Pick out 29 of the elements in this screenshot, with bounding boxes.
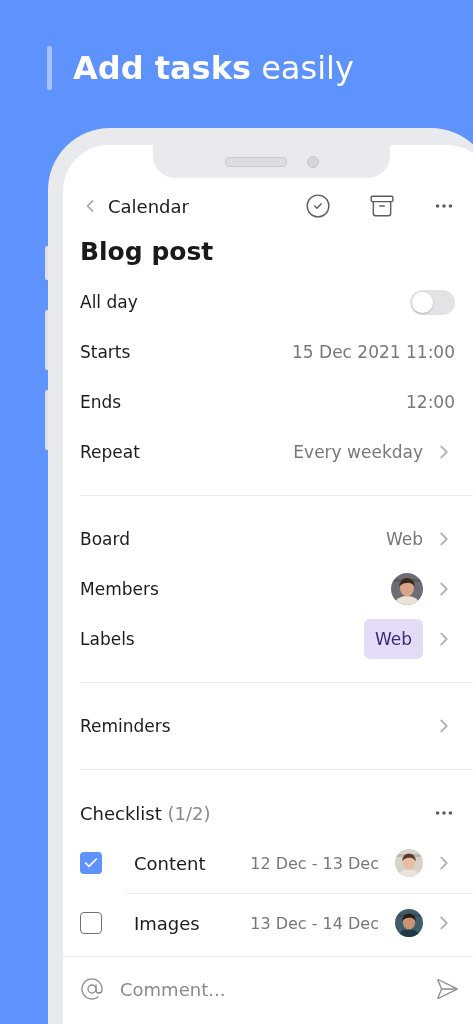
back-link[interactable]: Calendar	[80, 195, 189, 217]
row-value: Every weekday	[293, 442, 423, 462]
label-tag: Web	[363, 619, 423, 659]
checklist-item: Images	[134, 912, 201, 934]
row-label: Ends	[80, 392, 123, 412]
row-label: Labels	[80, 629, 136, 649]
row-value: 15 Dec 2021 11:00	[292, 342, 455, 362]
row-label: Reminders	[80, 716, 172, 736]
date-range: 13 Dec - 14 Dec	[250, 913, 379, 933]
checklist-title: Checklist (1/2)	[80, 802, 212, 824]
row-label: Members	[80, 579, 160, 599]
row-label: Repeat	[80, 442, 141, 462]
row-label: Board	[80, 529, 131, 549]
row-value: 12:00	[406, 392, 455, 412]
camera-lens	[306, 155, 319, 168]
row-label: Starts	[80, 342, 132, 362]
row-label: All day	[80, 292, 139, 312]
checklist-item: Content	[134, 852, 207, 874]
speaker-grille	[224, 156, 287, 167]
task-title: Blog post	[80, 236, 215, 268]
checkbox[interactable]	[80, 912, 102, 934]
checkbox[interactable]	[80, 852, 102, 874]
row-value: Web	[385, 529, 423, 549]
date-range: 12 Dec - 13 Dec	[250, 853, 379, 873]
at-icon[interactable]	[80, 977, 104, 1001]
archive-icon[interactable]	[369, 193, 395, 219]
headline: Add tasks easily	[73, 48, 354, 89]
all-day-toggle[interactable]	[410, 289, 455, 315]
check-circle-icon[interactable]	[305, 193, 331, 219]
